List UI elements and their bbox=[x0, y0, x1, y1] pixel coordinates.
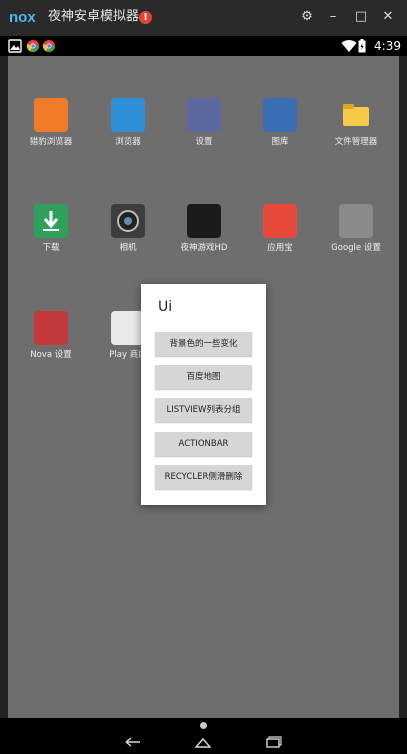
baidu-map-button[interactable]: 百度地图 bbox=[155, 365, 252, 389]
bg-color-button[interactable]: 背景色的一些变化 bbox=[155, 332, 252, 356]
browser-icon bbox=[111, 98, 145, 132]
app-google-settings[interactable]: Google 设置 bbox=[317, 204, 395, 254]
dialog-title: Ui bbox=[158, 299, 173, 315]
gallery-icon bbox=[263, 98, 297, 132]
app-folder[interactable]: 文件管理器 bbox=[317, 98, 395, 148]
folder-icon bbox=[339, 98, 373, 132]
battery-icon bbox=[358, 39, 366, 53]
camera-icon bbox=[111, 204, 145, 238]
alert-badge[interactable]: ! bbox=[139, 11, 152, 24]
app-download[interactable]: 下载 bbox=[12, 204, 90, 254]
emulator-title: 夜神安卓模拟器 bbox=[48, 9, 140, 24]
listview-group-button[interactable]: LISTVIEW列表分组 bbox=[155, 398, 252, 422]
gallery-notification-icon bbox=[8, 39, 22, 53]
nox-logo-text: nox bbox=[9, 9, 36, 25]
app-label: 应用宝 bbox=[267, 243, 293, 253]
app-label: 下载 bbox=[42, 243, 60, 253]
app-camera[interactable]: 相机 bbox=[89, 204, 167, 254]
app-label: Google 设置 bbox=[331, 243, 381, 253]
android-status-bar: 4:39 bbox=[0, 36, 407, 56]
nova-settings-icon bbox=[34, 311, 68, 345]
settings-gear-button[interactable]: ⚙ bbox=[298, 8, 316, 26]
minimize-button[interactable]: – bbox=[324, 8, 342, 26]
app-nox-game[interactable]: 夜神游戏HD bbox=[165, 204, 243, 254]
back-icon[interactable] bbox=[125, 736, 141, 748]
settings-sliders-icon bbox=[187, 98, 221, 132]
app-gallery[interactable]: 图库 bbox=[241, 98, 319, 148]
app-cheetah-browser[interactable]: 猎豹浏览器 bbox=[12, 98, 90, 148]
close-button[interactable]: ✕ bbox=[379, 8, 397, 26]
recycler-swipe-delete-button[interactable]: RECYCLER侧滑删除 bbox=[155, 465, 252, 489]
emulator-window: nox 夜神安卓模拟器 ! ⚙ – □ ✕ 4:39 猎豹浏览器 浏览器 设置 … bbox=[0, 0, 407, 754]
app-label: 夜神游戏HD bbox=[180, 243, 228, 253]
nox-logo-icon: nox bbox=[9, 9, 36, 25]
app-label: Nova 设置 bbox=[30, 350, 72, 360]
home-icon[interactable] bbox=[195, 736, 211, 748]
page-indicator-dot bbox=[200, 722, 207, 729]
app-label: 图库 bbox=[271, 137, 289, 147]
ui-dialog: Ui 背景色的一些变化 百度地图 LISTVIEW列表分组 ACTIONBAR … bbox=[141, 284, 266, 505]
nox-game-icon bbox=[187, 204, 221, 238]
emulator-title-bar: nox 夜神安卓模拟器 ! ⚙ – □ ✕ bbox=[0, 0, 407, 36]
maximize-button[interactable]: □ bbox=[352, 8, 370, 26]
recents-icon[interactable] bbox=[266, 736, 282, 748]
app-label: 浏览器 bbox=[115, 137, 141, 147]
app-store-icon bbox=[263, 204, 297, 238]
status-time: 4:39 bbox=[374, 39, 401, 53]
actionbar-button[interactable]: ACTIONBAR bbox=[155, 432, 252, 456]
download-icon bbox=[34, 204, 68, 238]
app-nova-settings[interactable]: Nova 设置 bbox=[12, 311, 90, 361]
app-browser[interactable]: 浏览器 bbox=[89, 98, 167, 148]
cheetah-browser-icon bbox=[34, 98, 68, 132]
app-label: 文件管理器 bbox=[334, 137, 378, 147]
app-settings-sliders[interactable]: 设置 bbox=[165, 98, 243, 148]
google-settings-icon bbox=[339, 204, 373, 238]
app-label: 猎豹浏览器 bbox=[29, 137, 73, 147]
app-app-store[interactable]: 应用宝 bbox=[241, 204, 319, 254]
android-nav-bar bbox=[0, 718, 407, 754]
app-label: 相机 bbox=[119, 243, 137, 253]
app-label: 设置 bbox=[195, 137, 213, 147]
wifi-icon bbox=[341, 40, 357, 52]
play-store-icon bbox=[111, 311, 145, 345]
chrome-notification-icon bbox=[26, 40, 39, 53]
chrome-notification-icon-2 bbox=[42, 40, 55, 53]
